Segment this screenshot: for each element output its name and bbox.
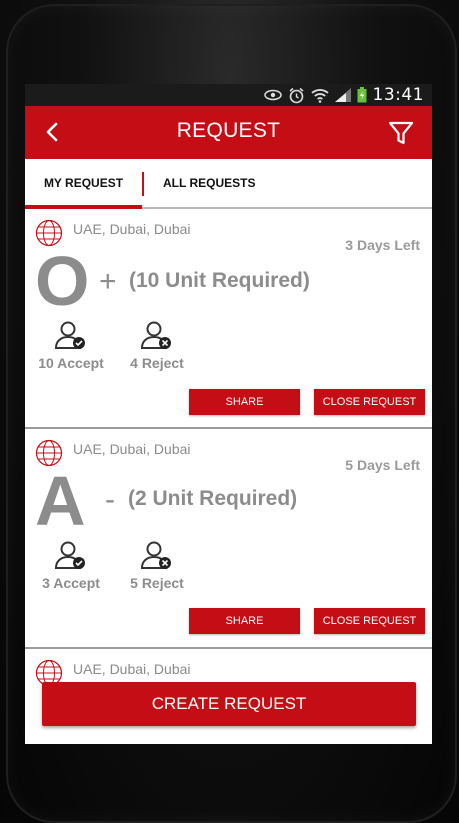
page-title: REQUEST	[176, 119, 281, 142]
phone-frame: 13:41 REQUEST MY REQUEST ALL REQUESTS UA…	[0, 0, 459, 823]
battery-icon	[357, 87, 367, 103]
days-left: 5 Days Left	[345, 457, 420, 473]
user-accept-icon	[54, 321, 85, 349]
accept-stat: 10 Accept	[31, 319, 111, 371]
location-text: UAE, Dubai, Dubai	[73, 221, 191, 237]
blood-group: A	[35, 462, 86, 540]
accept-count: 3 Accept	[42, 575, 100, 591]
accept-stat: 3 Accept	[31, 539, 111, 591]
tab-bar: MY REQUEST ALL REQUESTS	[25, 159, 432, 209]
filter-icon[interactable]	[386, 118, 416, 148]
alarm-icon	[288, 87, 305, 104]
status-bar: 13:41	[25, 84, 432, 106]
blood-group: O	[35, 242, 90, 320]
tab-all-requests[interactable]: ALL REQUESTS	[163, 159, 255, 207]
eye-icon	[263, 89, 282, 101]
app-bar: REQUEST	[25, 106, 432, 159]
location-text: UAE, Dubai, Dubai	[73, 441, 191, 457]
reject-count: 5 Reject	[130, 575, 184, 591]
rh-sign: +	[99, 265, 117, 298]
request-card[interactable]: UAE, Dubai, Dubai 5 Days Left A - (2 Uni…	[25, 429, 432, 649]
request-card[interactable]: UAE, Dubai, Dubai 3 Days Left O + (10 Un…	[25, 209, 432, 429]
tab-my-request[interactable]: MY REQUEST	[25, 159, 142, 209]
user-accept-icon	[54, 541, 85, 569]
rh-sign: -	[105, 483, 115, 516]
wifi-icon	[310, 88, 329, 103]
reject-stat: 4 Reject	[117, 319, 197, 371]
close-request-button[interactable]: CLOSE REQUEST	[314, 389, 425, 415]
location-text: UAE, Dubai, Dubai	[73, 661, 191, 677]
user-reject-icon	[140, 541, 171, 569]
create-request-button[interactable]: CREATE REQUEST	[42, 682, 416, 726]
share-button[interactable]: SHARE	[189, 608, 300, 634]
accept-count: 10 Accept	[38, 355, 104, 371]
days-left: 3 Days Left	[345, 237, 420, 253]
app-screen: 13:41 REQUEST MY REQUEST ALL REQUESTS UA…	[25, 84, 432, 744]
close-request-button[interactable]: CLOSE REQUEST	[314, 608, 425, 634]
units-required: (2 Unit Required)	[128, 487, 298, 510]
share-button[interactable]: SHARE	[189, 389, 300, 415]
units-required: (10 Unit Required)	[129, 269, 310, 292]
tab-divider	[142, 172, 144, 196]
user-reject-icon	[140, 321, 171, 349]
reject-stat: 5 Reject	[117, 539, 197, 591]
reject-count: 4 Reject	[130, 355, 184, 371]
signal-icon	[334, 88, 351, 102]
status-time: 13:41	[372, 85, 424, 105]
